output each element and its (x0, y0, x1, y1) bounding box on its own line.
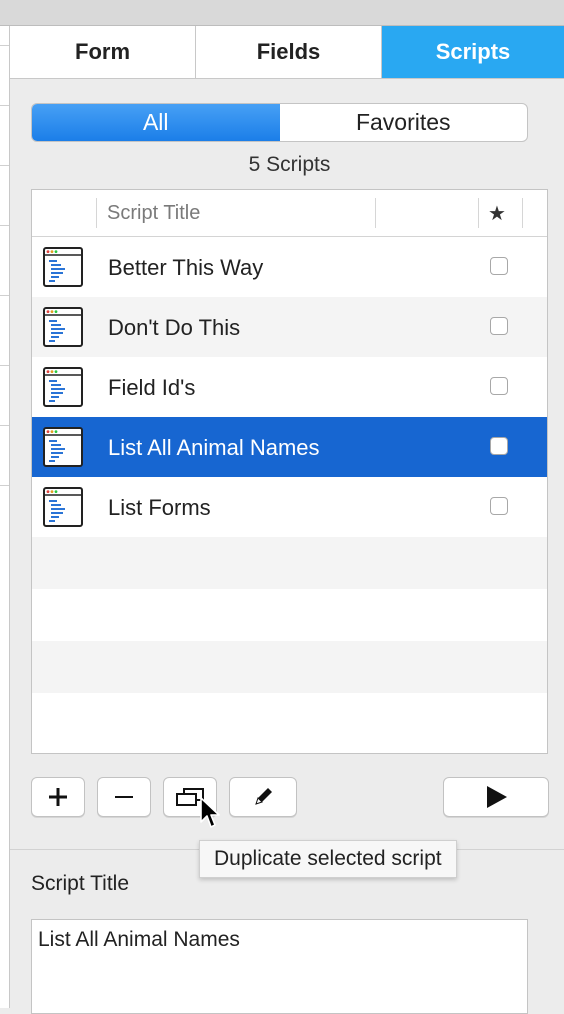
filter-all-label: All (142, 109, 169, 135)
inspector-tabs: Form Fields Scripts (10, 26, 564, 79)
window-title-bar (0, 0, 564, 26)
favorite-checkbox[interactable] (490, 257, 508, 275)
add-script-button[interactable] (31, 777, 85, 817)
tab-scripts-label: Scripts (435, 39, 511, 64)
left-panel-edge (0, 26, 10, 1008)
plus-icon (49, 788, 67, 806)
tab-fields-label: Fields (256, 39, 321, 64)
filter-all-button[interactable]: All (32, 104, 280, 141)
empty-row (32, 693, 547, 745)
table-row[interactable]: Don't Do This (32, 297, 547, 357)
table-header: Script Title ★ (32, 190, 547, 237)
column-header-favorite-star-icon[interactable]: ★ (488, 201, 506, 226)
script-title-label: Script Title (31, 872, 130, 895)
tab-form-label: Form (75, 39, 130, 64)
script-file-icon (43, 307, 83, 347)
script-title-field[interactable]: List All Animal Names (31, 919, 528, 1014)
tab-form[interactable]: Form (10, 26, 196, 78)
column-header-script-title[interactable]: Script Title (107, 202, 200, 225)
duplicate-tooltip: Duplicate selected script (199, 840, 457, 878)
filter-favorites-label: Favorites (355, 109, 451, 135)
remove-script-button[interactable] (97, 777, 151, 817)
table-row-selected[interactable]: List All Animal Names (32, 417, 547, 477)
column-separator (375, 198, 376, 228)
play-icon (487, 786, 507, 808)
pencil-icon (255, 788, 272, 805)
script-title: List All Animal Names (108, 435, 320, 460)
script-title: Field Id's (108, 375, 196, 400)
scripts-count: 5 Scripts (248, 153, 331, 176)
table-row[interactable]: List Forms (32, 477, 547, 537)
table-row[interactable]: Field Id's (32, 357, 547, 417)
favorite-checkbox[interactable] (490, 497, 508, 515)
empty-row (32, 537, 547, 589)
run-script-button[interactable] (443, 777, 549, 817)
column-separator (96, 198, 97, 228)
favorite-checkbox[interactable] (490, 437, 508, 455)
column-separator (522, 198, 523, 228)
script-file-icon (43, 247, 83, 287)
column-separator (478, 198, 479, 228)
tab-scripts[interactable]: Scripts (382, 26, 564, 78)
empty-row (32, 641, 547, 693)
edit-script-button[interactable] (229, 777, 297, 817)
filter-favorites-button[interactable]: Favorites (280, 104, 528, 141)
scripts-filter-segmented-control: All Favorites (31, 103, 528, 142)
table-row[interactable]: Better This Way (32, 237, 547, 297)
script-file-icon (43, 487, 83, 527)
script-file-icon (43, 427, 83, 467)
scripts-table: Script Title ★ Better This Way Don't Do … (31, 189, 548, 754)
script-title: List Forms (108, 495, 211, 520)
favorite-checkbox[interactable] (490, 377, 508, 395)
script-title: Don't Do This (108, 315, 241, 340)
mouse-cursor-icon (200, 797, 220, 828)
script-file-icon (43, 367, 83, 407)
favorite-checkbox[interactable] (490, 317, 508, 335)
empty-row (32, 589, 547, 641)
tab-fields[interactable]: Fields (196, 26, 382, 78)
minus-icon (115, 796, 133, 798)
script-title: Better This Way (108, 255, 264, 280)
